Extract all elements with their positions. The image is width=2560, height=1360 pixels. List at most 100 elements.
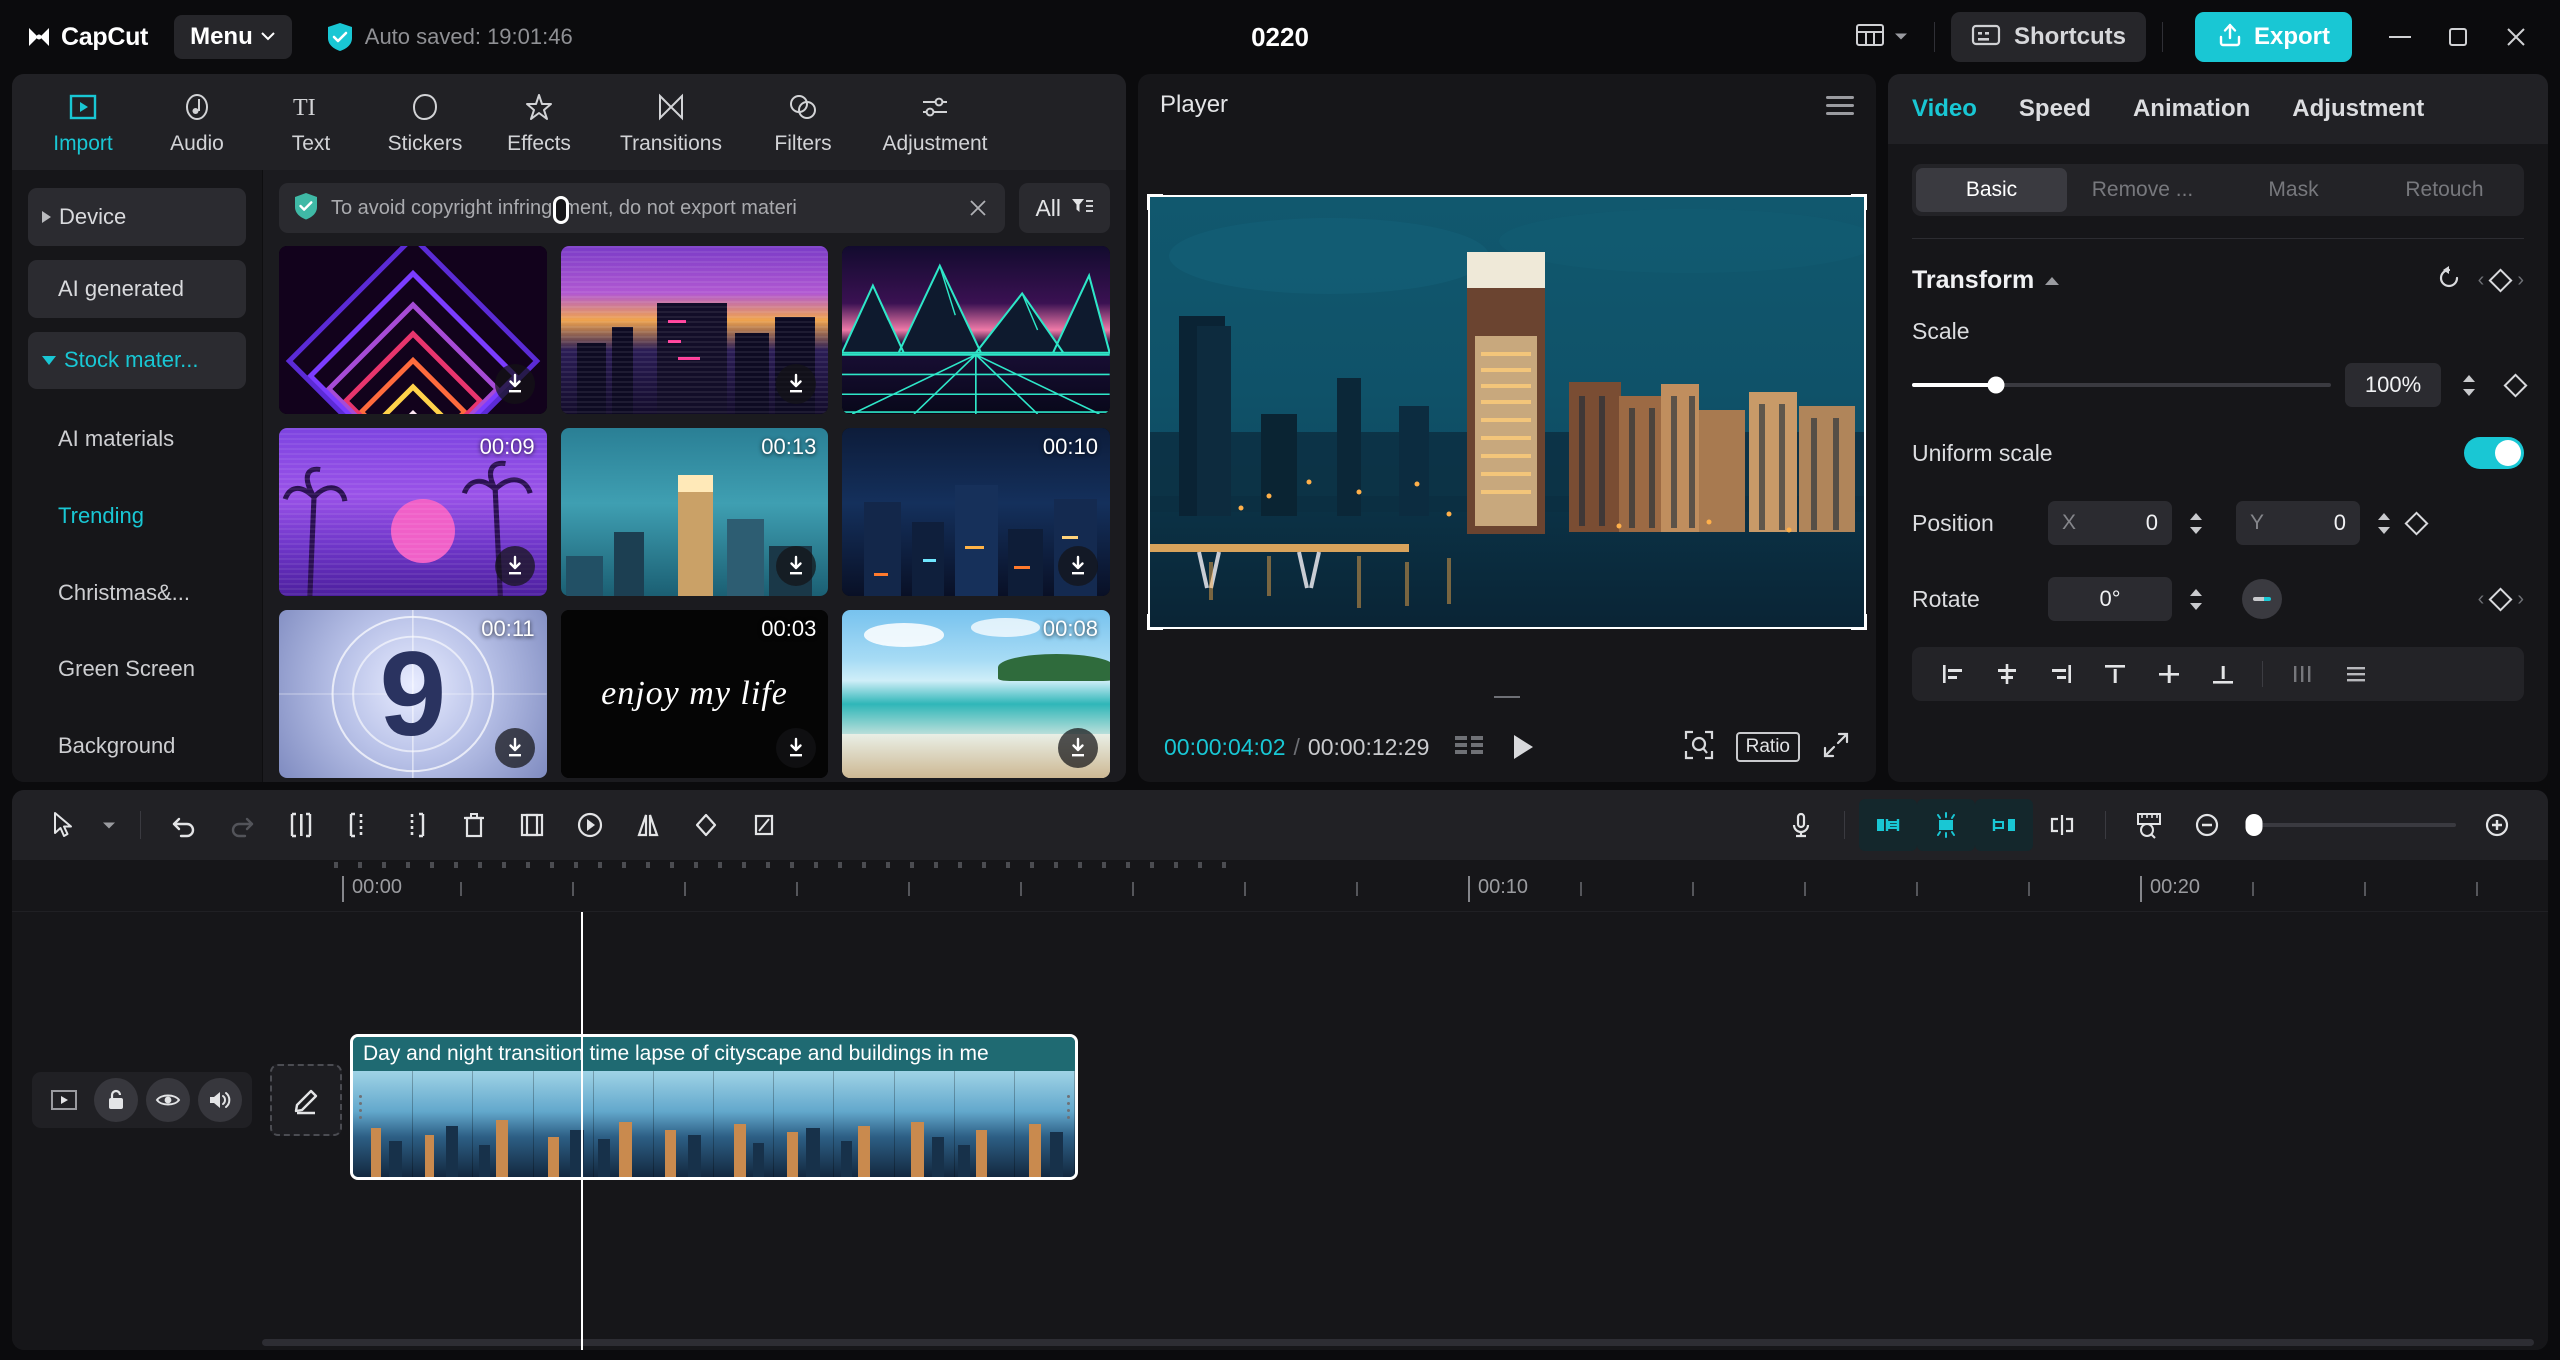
- subtab-basic[interactable]: Basic: [1916, 168, 2067, 212]
- category-trending[interactable]: Trending: [28, 480, 246, 552]
- download-icon[interactable]: [495, 546, 535, 586]
- scale-keyframe-icon[interactable]: [2503, 373, 2527, 397]
- clip-trim-handle-right[interactable]: [1063, 1087, 1073, 1127]
- keyframe-prev-icon[interactable]: ‹: [2478, 269, 2485, 292]
- playhead[interactable]: [581, 912, 583, 1350]
- lock-icon[interactable]: [94, 1078, 138, 1122]
- scale-slider-knob[interactable]: [1987, 377, 2004, 394]
- close-button[interactable]: [2490, 14, 2542, 60]
- volume-icon[interactable]: [198, 1078, 242, 1122]
- edit-pencil-icon[interactable]: [270, 1064, 342, 1136]
- position-y-input[interactable]: Y 0: [2236, 501, 2360, 545]
- thumbnail-palm-sunset[interactable]: 00:09: [279, 428, 547, 596]
- thumbnail-tower[interactable]: 00:13: [561, 428, 829, 596]
- position-keyframe-icon[interactable]: [2404, 511, 2428, 535]
- distribute-h-icon[interactable]: [2275, 652, 2329, 696]
- media-item[interactable]: [842, 246, 1110, 428]
- media-item[interactable]: 00:09: [279, 428, 547, 610]
- thumbnail-enjoy-my-life[interactable]: enjoy my life 00:03: [561, 610, 829, 778]
- category-stock-materials[interactable]: Stock mater...: [28, 332, 246, 390]
- keyframe-icon[interactable]: [2489, 268, 2513, 292]
- filter-all-button[interactable]: All: [1019, 183, 1110, 233]
- category-background[interactable]: Background: [28, 710, 246, 782]
- align-right-icon[interactable]: [2034, 652, 2088, 696]
- shortcuts-button[interactable]: Shortcuts: [1951, 12, 2146, 62]
- nav-tab-text[interactable]: TI Text: [254, 80, 368, 164]
- ratio-button[interactable]: Ratio: [1736, 732, 1800, 762]
- media-item[interactable]: 00:13: [561, 428, 829, 610]
- player-menu-icon[interactable]: [1826, 96, 1854, 115]
- zoom-slider-knob[interactable]: [2246, 814, 2263, 836]
- timeline-clip[interactable]: Day and night transition time lapse of c…: [350, 1034, 1078, 1180]
- nav-tab-effects[interactable]: Effects: [482, 80, 596, 164]
- tab-video[interactable]: Video: [1912, 95, 1977, 123]
- thumbnail-countdown[interactable]: 9 00:11: [279, 610, 547, 778]
- align-bottom-icon[interactable]: [2196, 652, 2250, 696]
- timeline-horizontal-scrollbar[interactable]: [262, 1339, 2534, 1346]
- redo-icon[interactable]: [213, 799, 271, 851]
- scale-stepper[interactable]: [2455, 363, 2483, 407]
- rotate-keyframe-icon[interactable]: [2489, 587, 2513, 611]
- trim-start-icon[interactable]: [329, 799, 387, 851]
- category-green-screen[interactable]: Green Screen: [28, 634, 246, 706]
- delete-icon[interactable]: [445, 799, 503, 851]
- distribute-v-icon[interactable]: [2329, 652, 2383, 696]
- position-x-input[interactable]: X 0: [2048, 501, 2172, 545]
- keyframe-next-icon[interactable]: ›: [2517, 588, 2524, 611]
- tab-speed[interactable]: Speed: [2019, 95, 2091, 123]
- zoom-in-icon[interactable]: [2468, 799, 2526, 851]
- thumbnail-heart[interactable]: [279, 246, 547, 414]
- split-view-icon[interactable]: [2033, 799, 2091, 851]
- align-top-icon[interactable]: [2088, 652, 2142, 696]
- resize-handle-bottom-left[interactable]: [1147, 614, 1163, 630]
- scale-value-input[interactable]: 100%: [2345, 363, 2441, 407]
- scale-slider[interactable]: [1912, 383, 2331, 387]
- rotate-input[interactable]: 0°: [2048, 577, 2172, 621]
- media-item[interactable]: [279, 246, 547, 428]
- eye-icon[interactable]: [146, 1078, 190, 1122]
- resize-handle-top-right[interactable]: [1851, 194, 1867, 210]
- uniform-scale-toggle[interactable]: [2464, 437, 2524, 469]
- split-icon[interactable]: [271, 799, 329, 851]
- clip-trim-handle-left[interactable]: [355, 1087, 365, 1127]
- thumbnail-city-sunset[interactable]: [561, 246, 829, 414]
- position-x-stepper[interactable]: [2182, 501, 2210, 545]
- download-icon[interactable]: [1058, 546, 1098, 586]
- align-left-icon[interactable]: [1926, 652, 1980, 696]
- download-icon[interactable]: [495, 728, 535, 768]
- position-y-stepper[interactable]: [2370, 501, 2398, 545]
- timeline-zoom-slider[interactable]: [2248, 823, 2456, 827]
- download-icon[interactable]: [1058, 728, 1098, 768]
- menu-button[interactable]: Menu: [174, 15, 292, 59]
- close-icon[interactable]: [965, 199, 991, 217]
- mic-icon[interactable]: [1772, 799, 1830, 851]
- category-device[interactable]: Device: [28, 188, 246, 246]
- rotate-icon[interactable]: [677, 799, 735, 851]
- media-item[interactable]: enjoy my life 00:03: [561, 610, 829, 782]
- frames-icon[interactable]: [1455, 734, 1485, 760]
- keyframe-prev-icon[interactable]: ‹: [2478, 588, 2485, 611]
- category-christmas[interactable]: Christmas&...: [28, 557, 246, 629]
- speed-icon[interactable]: [561, 799, 619, 851]
- zoom-out-icon[interactable]: [2178, 799, 2236, 851]
- category-ai-generated[interactable]: AI generated: [28, 260, 246, 318]
- download-icon[interactable]: [495, 364, 535, 404]
- tab-animation[interactable]: Animation: [2133, 95, 2250, 123]
- play-icon[interactable]: [1511, 733, 1535, 761]
- nav-tab-stickers[interactable]: Stickers: [368, 80, 482, 164]
- timeline-ruler[interactable]: 00:00 00:10 00:20: [12, 860, 2548, 912]
- media-item[interactable]: [561, 246, 829, 428]
- align-center-v-icon[interactable]: [2142, 652, 2196, 696]
- thumbnail-night-city[interactable]: 00:10: [842, 428, 1110, 596]
- thumbnail-beach[interactable]: 00:08: [842, 610, 1110, 778]
- reset-icon[interactable]: [2436, 265, 2462, 296]
- chevron-down-icon[interactable]: [92, 799, 126, 851]
- subtab-remove-bg[interactable]: Remove ...: [2067, 168, 2218, 212]
- subtab-mask[interactable]: Mask: [2218, 168, 2369, 212]
- ruler-icon[interactable]: [2120, 799, 2178, 851]
- nav-tab-import[interactable]: Import: [26, 80, 140, 164]
- undo-icon[interactable]: [155, 799, 213, 851]
- resize-handle-top-left[interactable]: [1147, 194, 1163, 210]
- media-item[interactable]: 00:08: [842, 610, 1110, 782]
- snap-left-icon[interactable]: [1859, 799, 1917, 851]
